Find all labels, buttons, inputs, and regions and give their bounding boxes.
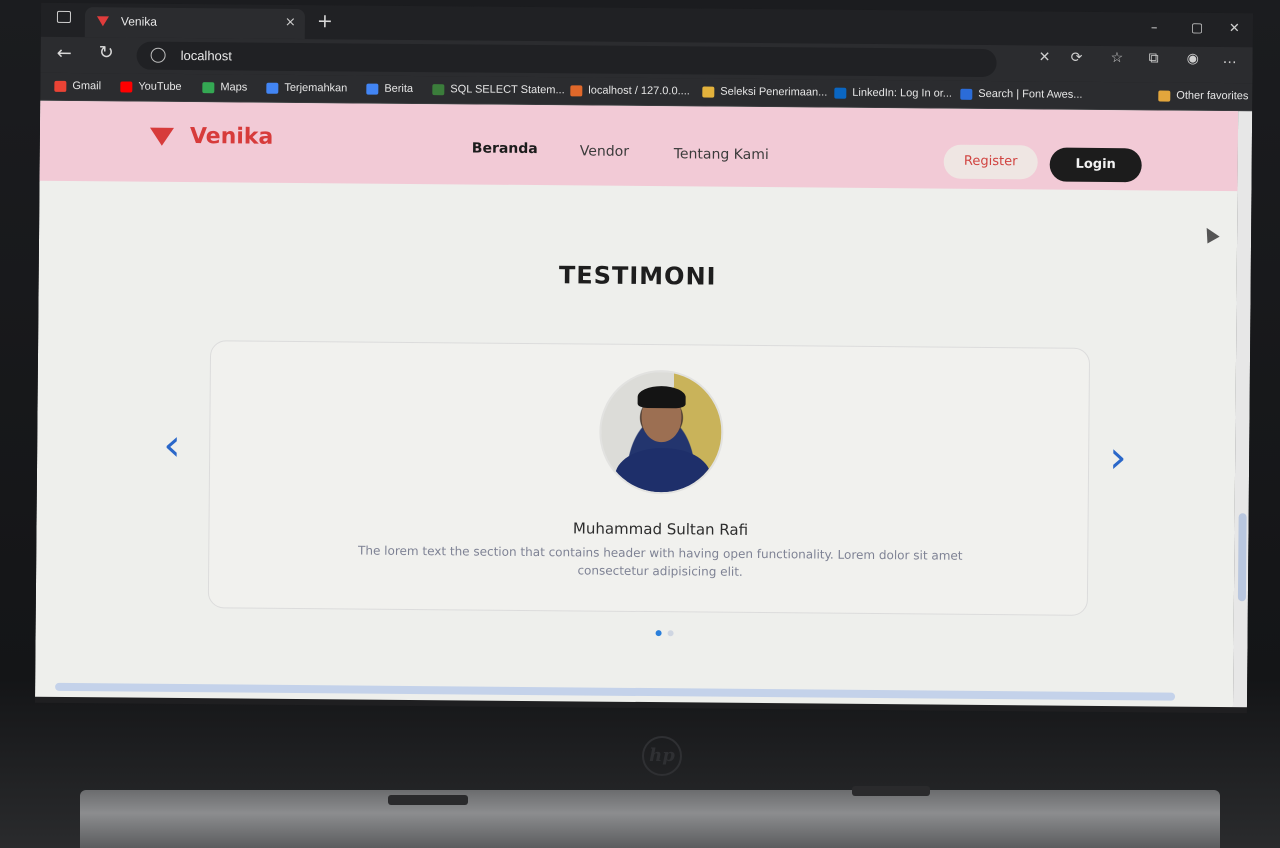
brand-name: Venika [189,124,274,150]
vertical-scrollbar-thumb[interactable] [1237,513,1247,602]
hinge-left [388,795,468,805]
avatar-hair [637,385,686,409]
page-viewport: Venika Beranda Vendor Tentang Kami Regis… [35,100,1239,708]
profile-icon[interactable]: ◉ [1187,51,1199,67]
avatar-shirt [614,447,712,495]
hp-logo: hp [642,736,682,776]
address-bar[interactable]: localhost [136,41,997,78]
carousel-prev-icon[interactable]: ‹ [163,420,181,471]
tab-title: Venika [120,14,158,29]
screen: Venika × + – ▢ ✕ ← ↻ localhost ✕ ⟳ ☆ ⧉ ◉… [34,2,1254,714]
nav-beranda[interactable]: Beranda [472,140,538,157]
maps-icon [202,81,215,93]
register-button[interactable]: Register [943,144,1038,180]
bookmark-maps[interactable]: Maps [202,81,247,94]
folder-icon [1158,89,1171,102]
site-info-icon[interactable] [150,47,166,63]
news-icon [366,83,379,95]
hinge-right [852,786,930,796]
bookmark-linkedin[interactable]: LinkedIn: Log In or... [834,87,952,100]
login-button[interactable]: Login [1049,147,1142,183]
more-menu-icon[interactable]: … [1223,51,1237,67]
bookmark-phpmyadmin[interactable]: localhost / 127.0.0.... [570,84,690,97]
back-arrow-icon[interactable]: ← [57,43,72,64]
close-window-button[interactable]: ✕ [1229,21,1240,36]
workspaces-icon[interactable] [56,10,72,23]
address-text: localhost [180,47,232,64]
bookmark-translate[interactable]: Terjemahkan [266,82,347,94]
linkedin-icon [834,87,847,99]
browser-tab[interactable]: Venika × [84,7,306,40]
bookmark-seleksi[interactable]: Seleksi Penerimaan... [702,85,827,99]
section-title: TESTIMONI [558,261,717,291]
gmail-icon [54,80,67,92]
fontawesome-icon [960,88,973,100]
extension-icon[interactable]: ✕ [1039,49,1051,65]
phpmyadmin-icon [570,84,583,96]
translate-icon [266,82,279,94]
carousel-dots [655,630,674,637]
collections-icon[interactable]: ⧉ [1149,50,1159,66]
carousel-next-icon[interactable]: › [1109,432,1127,483]
refresh-extension-icon[interactable]: ⟳ [1071,50,1083,66]
w3schools-icon [432,83,445,95]
maximize-button[interactable]: ▢ [1191,21,1203,36]
site-header: Venika Beranda Vendor Tentang Kami Regis… [39,100,1239,192]
laptop-base [80,790,1220,848]
bookmark-youtube[interactable]: YouTube [120,80,182,93]
bookmark-fontawesome[interactable]: Search | Font Awes... [960,88,1083,101]
bookmark-gmail[interactable]: Gmail [54,80,101,92]
venika-favicon-icon [96,16,109,27]
horizontal-scrollbar[interactable] [55,682,1176,701]
nav-vendor[interactable]: Vendor [580,143,629,159]
reload-icon[interactable]: ↻ [99,42,114,63]
tab-close-icon[interactable]: × [285,15,296,30]
venika-logo-icon [149,127,174,146]
brand-logo[interactable]: Venika [149,124,274,150]
other-favorites[interactable]: Other favorites [1158,89,1249,102]
bookmark-sql[interactable]: SQL SELECT Statem... [432,83,565,96]
avatar [598,369,724,495]
new-tab-button[interactable]: + [317,10,333,32]
nav-tentang-kami[interactable]: Tentang Kami [674,146,769,163]
mouse-cursor-icon [1200,224,1220,244]
seleksi-icon [702,85,715,98]
bookmark-news[interactable]: Berita [366,83,413,95]
testimonial-quote: The lorem text the section that contains… [357,543,963,579]
youtube-icon [120,80,133,93]
favorites-icon[interactable]: ☆ [1111,50,1124,66]
minimize-button[interactable]: – [1151,20,1158,35]
carousel-dot-1[interactable] [655,630,662,637]
carousel-dot-2[interactable] [667,630,674,637]
